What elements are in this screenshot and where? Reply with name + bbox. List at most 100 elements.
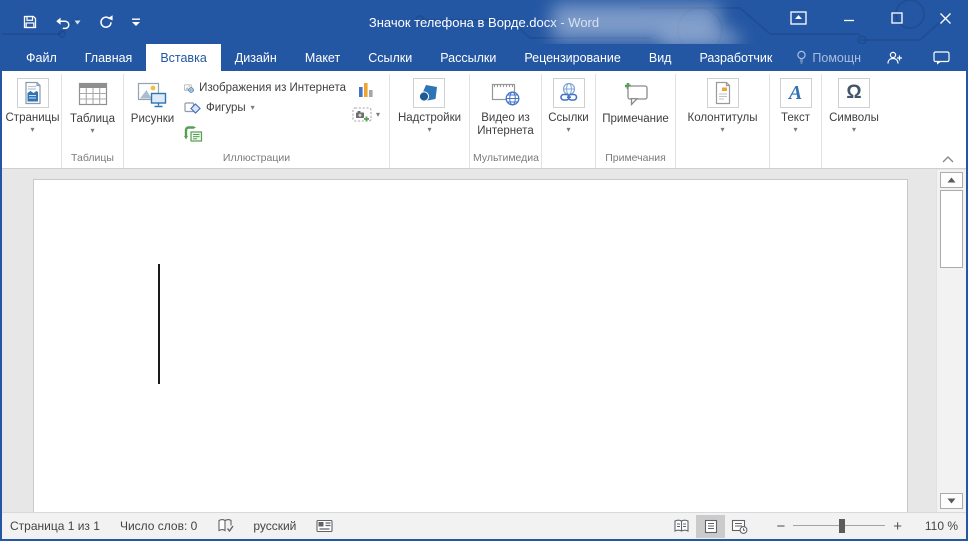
- ribbon-group-links: Ссылки ▾: [542, 74, 596, 168]
- customize-quick-access-button[interactable]: [131, 18, 141, 27]
- zoom-slider-handle[interactable]: [839, 519, 846, 533]
- links-button[interactable]: Ссылки ▾: [548, 75, 589, 134]
- dropdown-icon: ▾: [250, 103, 255, 112]
- smartart-button[interactable]: [183, 124, 346, 144]
- share-button[interactable]: [886, 50, 903, 65]
- save-button[interactable]: [22, 14, 38, 30]
- tab-design[interactable]: Дизайн: [221, 44, 291, 71]
- chart-button[interactable]: [358, 81, 374, 98]
- print-layout-button[interactable]: [696, 514, 726, 538]
- tab-review[interactable]: Рецензирование: [510, 44, 635, 71]
- window-controls: [790, 0, 952, 36]
- dropdown-icon: ▾: [427, 125, 432, 134]
- zoom-in-button[interactable]: +: [885, 518, 910, 535]
- tab-developer[interactable]: Разработчик: [685, 44, 786, 71]
- word-window: Значок телефона в Ворде.docx - Word Файл…: [0, 0, 968, 541]
- language-indicator[interactable]: русский: [253, 519, 296, 533]
- web-layout-button[interactable]: [725, 515, 754, 538]
- title-bar: Значок телефона в Ворде.docx - Word: [2, 0, 966, 44]
- text-button[interactable]: A Текст ▾: [779, 75, 812, 134]
- shapes-icon: [184, 102, 201, 114]
- dropdown-icon: ▾: [720, 125, 725, 134]
- ribbon-group-tables: Таблица ▾ Таблицы: [62, 74, 124, 168]
- zoom-out-button[interactable]: −: [768, 518, 793, 535]
- addins-icon: [413, 78, 446, 108]
- redo-button[interactable]: [98, 14, 114, 30]
- online-video-icon: [491, 78, 521, 109]
- quick-access-toolbar: [22, 0, 141, 44]
- maximize-button[interactable]: [891, 12, 903, 24]
- lightbulb-icon: [797, 50, 807, 64]
- online-video-button[interactable]: Видео из Интернета: [474, 75, 538, 138]
- ribbon: Страницы ▾ Таблица ▾ Таблицы Рисунки Изо…: [2, 71, 966, 169]
- ribbon-group-pages: Страницы ▾: [4, 74, 62, 168]
- tab-insert[interactable]: Вставка: [146, 44, 221, 71]
- ribbon-group-symbols: Ω Символы ▾: [822, 74, 886, 168]
- pages-button[interactable]: Страницы ▾: [6, 75, 60, 134]
- omega-icon: Ω: [837, 78, 870, 108]
- zoom-slider[interactable]: [793, 519, 886, 533]
- dropdown-icon: ▾: [90, 126, 95, 135]
- scroll-down-button[interactable]: [940, 493, 963, 509]
- ribbon-group-header-footer: Колонтитулы ▾: [676, 74, 770, 168]
- word-count[interactable]: Число слов: 0: [120, 519, 197, 533]
- dropdown-icon: ▾: [30, 125, 35, 134]
- input-method-icon[interactable]: [316, 519, 333, 533]
- tab-layout[interactable]: Макет: [291, 44, 354, 71]
- close-button[interactable]: [939, 12, 952, 25]
- screenshot-button[interactable]: ▾: [352, 107, 380, 123]
- comment-icon: [621, 78, 649, 109]
- pages-icon: [16, 78, 49, 108]
- online-pictures-icon: [184, 84, 194, 93]
- smartart-icon: [183, 126, 203, 142]
- table-button[interactable]: Таблица ▾: [70, 75, 115, 135]
- tell-me-assistant[interactable]: Помощн: [786, 44, 871, 71]
- text-cursor: [158, 264, 160, 384]
- addins-button[interactable]: Надстройки ▾: [398, 75, 461, 134]
- dropdown-icon: ▾: [851, 125, 856, 134]
- undo-dropdown-icon: [74, 20, 81, 24]
- shapes-button[interactable]: Фигуры ▾: [184, 98, 346, 118]
- dropdown-icon: ▾: [566, 125, 571, 134]
- tab-view[interactable]: Вид: [635, 44, 686, 71]
- table-icon: [78, 78, 108, 109]
- ribbon-group-media: Видео из Интернета Мультимедиа: [470, 74, 542, 168]
- redacted-user-area-2: [660, 30, 740, 44]
- read-mode-button[interactable]: [667, 515, 696, 538]
- undo-button[interactable]: [55, 15, 81, 30]
- page-indicator[interactable]: Страница 1 из 1: [10, 519, 100, 533]
- scrollbar-thumb[interactable]: [940, 190, 963, 268]
- pictures-button[interactable]: Рисунки: [127, 75, 178, 125]
- header-footer-button[interactable]: Колонтитулы ▾: [688, 75, 758, 134]
- links-icon: [552, 78, 585, 108]
- vertical-scrollbar[interactable]: [936, 170, 966, 512]
- chart-icon: [358, 83, 373, 97]
- tab-mailings[interactable]: Рассылки: [426, 44, 510, 71]
- minimize-button[interactable]: [843, 12, 855, 24]
- scroll-up-button[interactable]: [940, 172, 963, 188]
- ribbon-tabs: Файл Главная Вставка Дизайн Макет Ссылки…: [2, 44, 966, 71]
- comments-pane-button[interactable]: [933, 50, 950, 65]
- dropdown-icon: ▾: [375, 110, 380, 119]
- status-bar: Страница 1 из 1 Число слов: 0 русский − …: [2, 512, 966, 539]
- tab-file[interactable]: Файл: [12, 44, 71, 71]
- dropdown-icon: ▾: [793, 125, 798, 134]
- ribbon-group-addins: Надстройки ▾: [390, 74, 470, 168]
- new-comment-button[interactable]: Примечание: [602, 75, 669, 125]
- ribbon-display-options-button[interactable]: [790, 11, 807, 25]
- tab-references[interactable]: Ссылки: [354, 44, 426, 71]
- symbols-button[interactable]: Ω Символы ▾: [829, 75, 879, 134]
- tab-home[interactable]: Главная: [71, 44, 147, 71]
- document-page[interactable]: [33, 179, 908, 512]
- zoom-level[interactable]: 110 %: [910, 519, 958, 533]
- online-pictures-button[interactable]: Изображения из Интернета: [184, 78, 346, 98]
- ribbon-group-illustrations: Рисунки Изображения из Интернета Фигуры …: [124, 74, 390, 168]
- document-area[interactable]: [2, 170, 966, 512]
- collapse-ribbon-button[interactable]: [942, 156, 954, 163]
- screenshot-icon: [352, 107, 372, 122]
- header-footer-icon: [706, 78, 739, 108]
- pictures-icon: [137, 78, 168, 109]
- proofing-status-icon[interactable]: [217, 518, 235, 534]
- ribbon-group-comments: Примечание Примечания: [596, 74, 676, 168]
- text-a-icon: A: [779, 78, 812, 108]
